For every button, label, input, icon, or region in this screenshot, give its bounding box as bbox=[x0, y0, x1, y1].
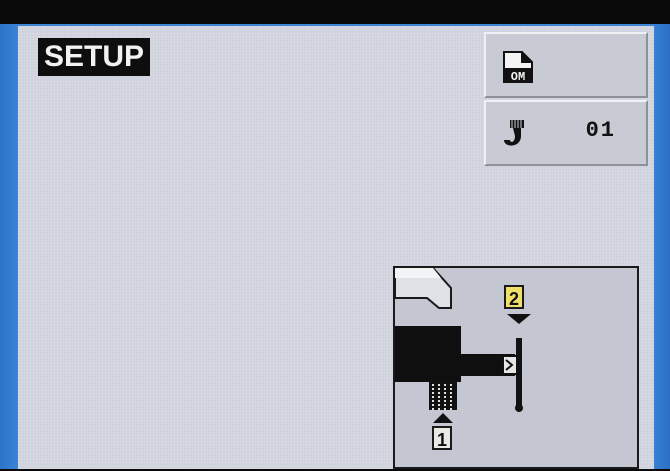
spindle-body bbox=[395, 326, 461, 382]
tool-number-button[interactable]: 01 bbox=[484, 100, 648, 166]
program-icon-label: OM bbox=[511, 70, 525, 84]
tool-number-value: 01 bbox=[585, 118, 616, 143]
machine-diagram-panel: 1 2 bbox=[393, 266, 639, 469]
probe-rod bbox=[516, 338, 522, 406]
setup-screen: SETUP OM 01 1 2 bbox=[18, 26, 654, 469]
screen-title: SETUP bbox=[38, 38, 151, 76]
position-label-2: 2 bbox=[504, 285, 524, 309]
pointer-arrow-1 bbox=[433, 413, 453, 423]
hook-tool-icon bbox=[500, 118, 534, 158]
program-button[interactable]: OM bbox=[484, 32, 648, 98]
pointer-arrow-2 bbox=[507, 314, 531, 324]
document-om-icon: OM bbox=[500, 50, 540, 88]
position-label-1: 1 bbox=[432, 426, 452, 450]
